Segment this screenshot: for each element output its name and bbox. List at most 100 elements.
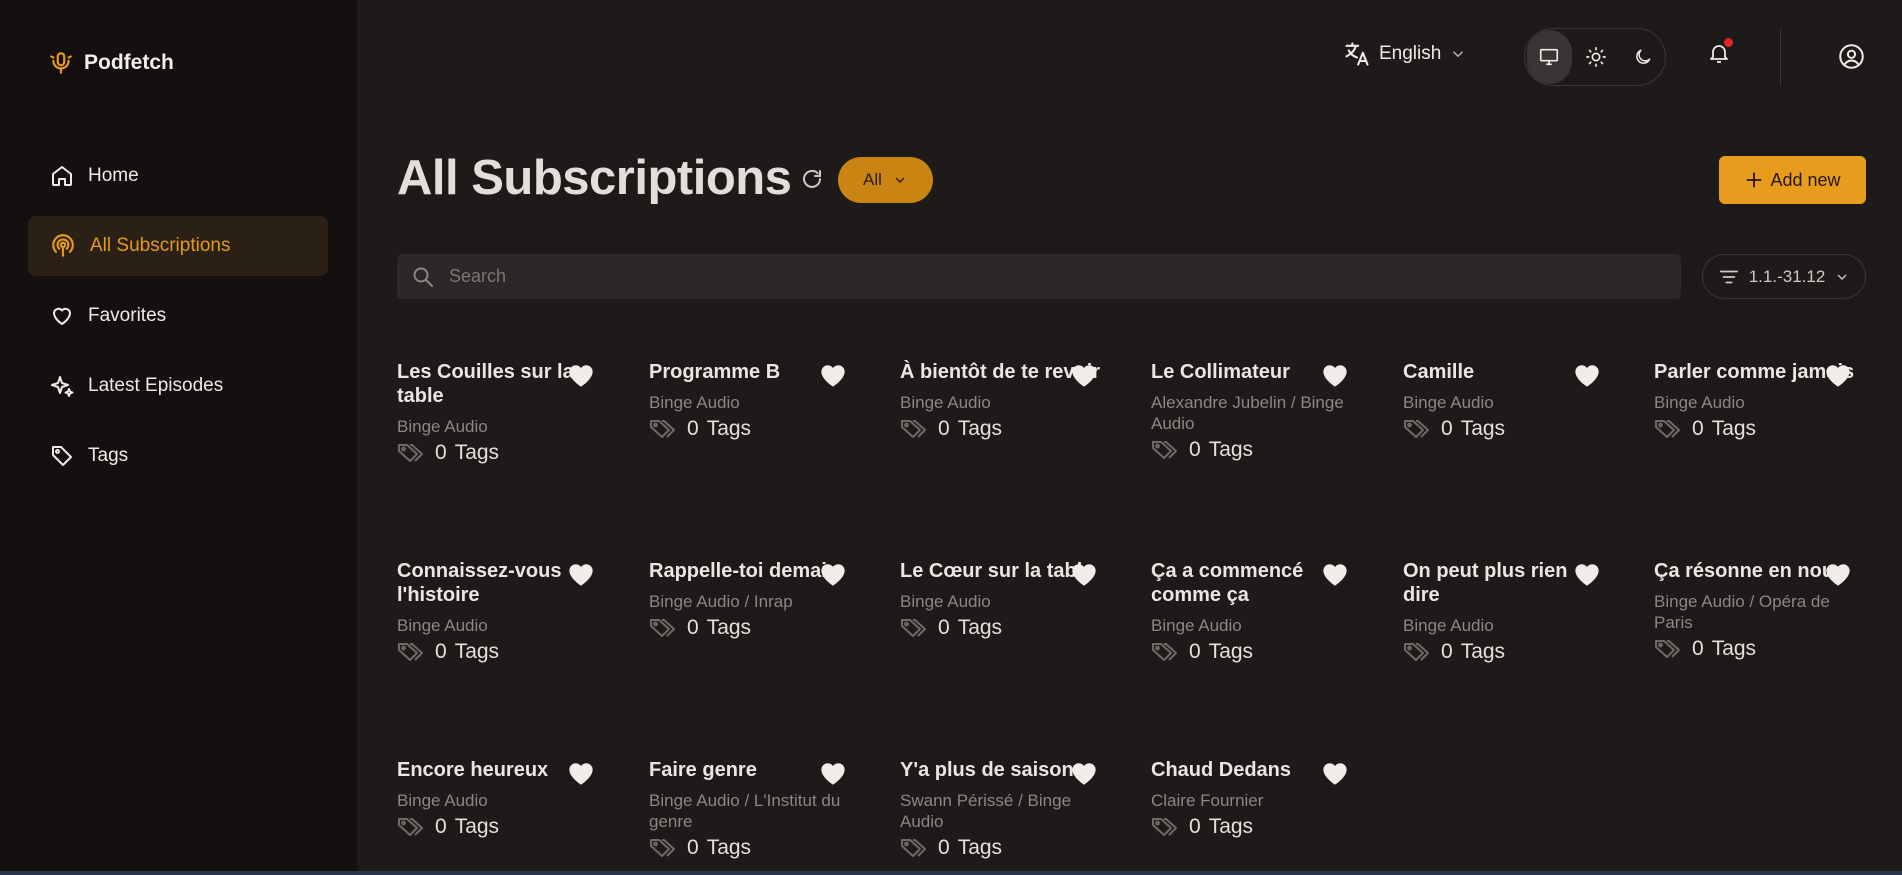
podcast-tags[interactable]: 0 Tags: [1654, 417, 1864, 441]
favorite-button[interactable]: [819, 760, 847, 791]
filter-dropdown[interactable]: All: [838, 157, 933, 203]
tag-label: Tags: [706, 836, 752, 859]
tag-icon: [650, 839, 675, 857]
favorite-button[interactable]: [1573, 362, 1601, 393]
podcast-tags[interactable]: 0 Tags: [649, 417, 859, 441]
favorite-button[interactable]: [819, 561, 847, 592]
add-new-label: Add new: [1770, 169, 1841, 190]
home-icon: [52, 166, 72, 186]
podcast-tags[interactable]: 0 Tags: [900, 836, 1110, 860]
podcast-author: Alexandre Jubelin / Binge Audio: [1151, 393, 1344, 433]
theme-system-button[interactable]: [1527, 30, 1572, 84]
podcast-card[interactable]: Ça résonne en nous Binge Audio / Opéra d…: [1654, 559, 1864, 661]
podcast-card[interactable]: Parler comme jamais Binge Audio 0 Tags: [1654, 360, 1864, 441]
podcast-tags[interactable]: 0 Tags: [1403, 640, 1613, 664]
tag-count: 0: [687, 616, 699, 639]
podcast-author: Binge Audio: [397, 616, 488, 635]
tag-icon: [1404, 420, 1429, 438]
nav-item-tags[interactable]: Tags: [28, 426, 328, 486]
favorite-button[interactable]: [1321, 760, 1349, 791]
tag-icon: [901, 839, 926, 857]
podcast-card[interactable]: Camille Binge Audio 0 Tags: [1403, 360, 1613, 441]
favorite-button[interactable]: [567, 362, 595, 393]
podcast-author: Binge Audio / Opéra de Paris: [1654, 592, 1830, 632]
nav-item-home[interactable]: Home: [28, 146, 328, 206]
app-logo[interactable]: Podfetch: [48, 50, 174, 76]
user-menu-button[interactable]: [1838, 43, 1865, 75]
podcast-tags[interactable]: 0 Tags: [900, 616, 1110, 640]
favorite-button[interactable]: [567, 760, 595, 791]
podcast-card[interactable]: À bientôt de te revoir Binge Audio 0 Tag…: [900, 360, 1110, 441]
theme-switch: [1524, 28, 1666, 86]
tag-count: 0: [1441, 417, 1453, 440]
podcast-card[interactable]: Chaud Dedans Claire Fournier 0 Tags: [1151, 758, 1361, 839]
tag-count: 0: [1189, 640, 1201, 663]
favorite-button[interactable]: [1573, 561, 1601, 592]
podcast-tags[interactable]: 0 Tags: [397, 640, 607, 664]
podcast-tags[interactable]: 0 Tags: [649, 616, 859, 640]
podcast-icon: [52, 234, 74, 257]
tag-icon: [650, 619, 675, 637]
podcast-tags[interactable]: 0 Tags: [1151, 815, 1361, 839]
notifications-button[interactable]: [1707, 38, 1733, 71]
tag-icon: [1404, 643, 1429, 661]
nav-item-latest-episodes[interactable]: Latest Episodes: [28, 356, 328, 416]
favorite-button[interactable]: [1070, 362, 1098, 393]
podcast-card[interactable]: Programme B Binge Audio 0 Tags: [649, 360, 859, 441]
nav-item-label: Tags: [88, 445, 129, 466]
chevron-down-icon: [1453, 51, 1464, 58]
favorite-button[interactable]: [1070, 561, 1098, 592]
language-selector[interactable]: English: [1343, 40, 1467, 68]
nav-item-favorites[interactable]: Favorites: [28, 286, 328, 346]
tag-count: 0: [1692, 417, 1704, 440]
podcast-tags[interactable]: 0 Tags: [1151, 640, 1361, 664]
nav-item-all-subscriptions[interactable]: All Subscriptions: [28, 216, 328, 276]
heart-filled-icon: [1072, 763, 1096, 785]
podcast-card[interactable]: Faire genre Binge Audio / L'Institut du …: [649, 758, 859, 860]
heart-icon: [53, 307, 71, 325]
podcast-card[interactable]: Ça a commencé comme ça Binge Audio 0 Tag…: [1151, 559, 1361, 664]
podcast-author: Binge Audio: [900, 592, 991, 611]
heart-filled-icon: [569, 365, 593, 387]
podcast-card[interactable]: Connaissez-vous l'histoire Binge Audio 0…: [397, 559, 607, 664]
tag-label: Tags: [454, 640, 500, 663]
heart-filled-icon: [1072, 564, 1096, 586]
favorite-button[interactable]: [1824, 561, 1852, 592]
tag-label: Tags: [1711, 417, 1757, 440]
heart-filled-icon: [1323, 564, 1347, 586]
podcast-card[interactable]: Rappelle-toi demain Binge Audio / Inrap …: [649, 559, 859, 640]
tag-label: Tags: [454, 441, 500, 464]
favorite-button[interactable]: [1070, 760, 1098, 791]
chevron-down-icon: [895, 177, 905, 183]
tag-count: 0: [938, 417, 950, 440]
podcast-card[interactable]: Le Collimateur Alexandre Jubelin / Binge…: [1151, 360, 1361, 462]
podcast-tags[interactable]: 0 Tags: [397, 441, 607, 465]
chevron-down-icon: [1837, 274, 1847, 280]
favorite-button[interactable]: [1321, 362, 1349, 393]
sort-dropdown[interactable]: 1.1.-31.12: [1702, 254, 1866, 299]
favorite-button[interactable]: [1321, 561, 1349, 592]
podcast-tags[interactable]: 0 Tags: [1403, 417, 1613, 441]
nav-item-label: Home: [88, 165, 139, 186]
heart-filled-icon: [821, 763, 845, 785]
theme-light-button[interactable]: [1574, 30, 1619, 84]
podcast-tags[interactable]: 0 Tags: [1151, 438, 1361, 462]
tag-label: Tags: [1208, 640, 1254, 663]
podcast-card[interactable]: Encore heureux Binge Audio 0 Tags: [397, 758, 607, 839]
theme-dark-button[interactable]: [1620, 30, 1665, 84]
search-input[interactable]: [449, 266, 1649, 287]
podcast-card[interactable]: Les Couilles sur la table Binge Audio 0 …: [397, 360, 607, 465]
favorite-button[interactable]: [1824, 362, 1852, 393]
podcast-tags[interactable]: 0 Tags: [1654, 637, 1864, 661]
podcast-card[interactable]: Le Cœur sur la table Binge Audio 0 Tags: [900, 559, 1110, 640]
podcast-card[interactable]: Y'a plus de saison Swann Périssé / Binge…: [900, 758, 1110, 860]
podcast-tags[interactable]: 0 Tags: [900, 417, 1110, 441]
tag-label: Tags: [957, 836, 1003, 859]
podcast-card[interactable]: On peut plus rien dire Binge Audio 0 Tag…: [1403, 559, 1613, 664]
favorite-button[interactable]: [819, 362, 847, 393]
favorite-button[interactable]: [567, 561, 595, 592]
podcast-tags[interactable]: 0 Tags: [649, 836, 859, 860]
add-new-button[interactable]: Add new: [1719, 156, 1866, 204]
refresh-button[interactable]: [800, 167, 824, 196]
podcast-tags[interactable]: 0 Tags: [397, 815, 607, 839]
